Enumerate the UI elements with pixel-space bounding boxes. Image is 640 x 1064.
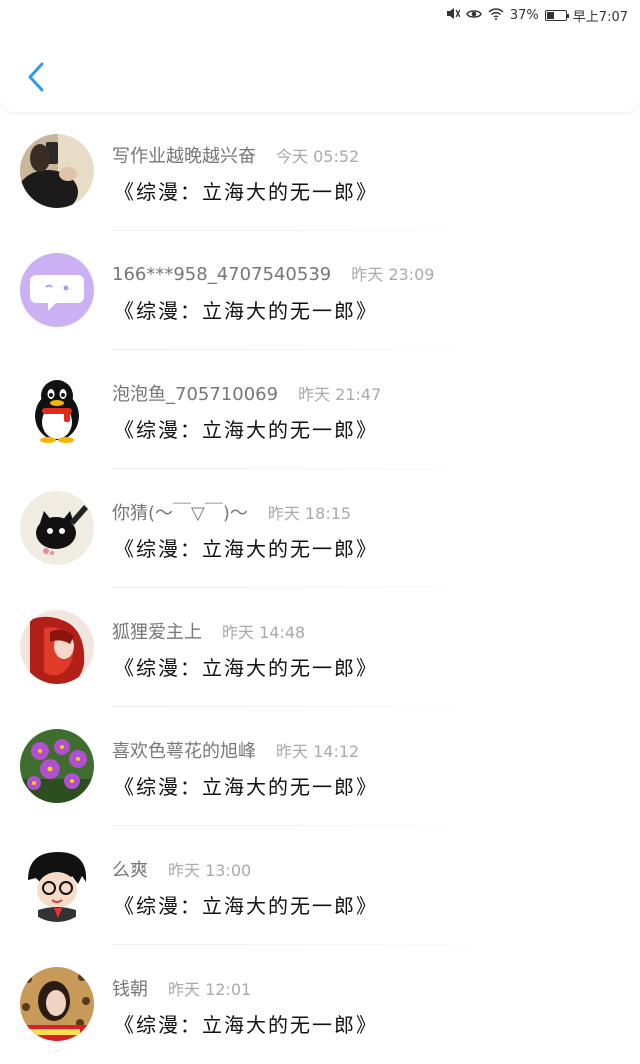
photo-avatar-dark-icon bbox=[20, 134, 94, 208]
list-item[interactable]: 狐狸爱主上 昨天 14:48 《综漫：立海大的无一郎》 bbox=[0, 588, 640, 707]
timestamp: 昨天 12:01 bbox=[168, 980, 252, 999]
comment-list: 写作业越晚越兴奋 今天 05:52 《综漫：立海大的无一郎》 166***958… bbox=[0, 112, 640, 1064]
eye-comfort-icon bbox=[466, 8, 482, 23]
penguin-avatar-icon bbox=[20, 372, 94, 446]
list-item[interactable]: 泡泡鱼_705710069 昨天 21:47 《综漫：立海大的无一郎》 bbox=[0, 350, 640, 469]
battery-icon bbox=[544, 9, 569, 21]
message-text: 《综漫：立海大的无一郎》 bbox=[114, 537, 378, 561]
list-item[interactable]: 166***958_4707540539 昨天 23:09 《综漫：立海大的无一… bbox=[0, 231, 640, 350]
username[interactable]: 写作业越晚越兴奋 bbox=[112, 142, 256, 168]
clock: 早上7:07 bbox=[572, 9, 628, 25]
chevron-left-icon bbox=[28, 62, 44, 92]
avatar[interactable] bbox=[20, 729, 94, 803]
username[interactable]: 泡泡鱼_705710069 bbox=[112, 380, 278, 406]
message-text: 《综漫：立海大的无一郎》 bbox=[114, 894, 378, 918]
timestamp: 昨天 13:00 bbox=[168, 861, 252, 880]
battery-fill bbox=[546, 11, 554, 19]
avatar[interactable] bbox=[20, 372, 94, 446]
username[interactable]: 钱朝 bbox=[112, 975, 148, 1001]
purple-flower-avatar-icon bbox=[20, 729, 94, 803]
avatar[interactable] bbox=[20, 253, 94, 327]
timestamp: 昨天 21:47 bbox=[298, 385, 382, 404]
status-bar: 37% 早上7:07 bbox=[0, 0, 640, 30]
message-text: 《综漫：立海大的无一郎》 bbox=[114, 656, 378, 680]
photo-avatar-leopard-icon bbox=[20, 967, 94, 1041]
message-text: 《综漫：立海大的无一郎》 bbox=[114, 775, 378, 799]
username[interactable]: 喜欢色萼花的旭峰 bbox=[112, 737, 256, 763]
list-item[interactable]: 钱朝 昨天 12:01 《综漫：立海大的无一郎》 bbox=[0, 945, 640, 1064]
message-text: 《综漫：立海大的无一郎》 bbox=[114, 180, 378, 204]
red-hair-anime-avatar-icon bbox=[20, 610, 94, 684]
username[interactable]: 么爽 bbox=[112, 856, 148, 882]
username[interactable]: 你猜(〜￣▽￣)〜 bbox=[112, 499, 248, 525]
username[interactable]: 166***958_4707540539 bbox=[112, 264, 331, 285]
avatar[interactable] bbox=[20, 491, 94, 565]
chat-bubble-avatar-icon bbox=[20, 253, 94, 327]
back-button[interactable] bbox=[18, 54, 54, 100]
list-item[interactable]: 喜欢色萼花的旭峰 昨天 14:12 《综漫：立海大的无一郎》 bbox=[0, 707, 640, 826]
avatar[interactable] bbox=[20, 134, 94, 208]
list-item[interactable]: 你猜(〜￣▽￣)〜 昨天 18:15 《综漫：立海大的无一郎》 bbox=[0, 469, 640, 588]
message-text: 《综漫：立海大的无一郎》 bbox=[114, 418, 378, 442]
timestamp: 昨天 14:48 bbox=[222, 623, 306, 642]
avatar[interactable] bbox=[20, 967, 94, 1041]
avatar[interactable] bbox=[20, 610, 94, 684]
timestamp: 今天 05:52 bbox=[276, 147, 360, 166]
username[interactable]: 狐狸爱主上 bbox=[112, 618, 202, 644]
timestamp: 昨天 18:15 bbox=[267, 504, 352, 523]
avatar[interactable] bbox=[20, 848, 94, 922]
cartoon-boy-avatar-icon bbox=[20, 848, 94, 922]
list-item[interactable]: 么爽 昨天 13:00 《综漫：立海大的无一郎》 bbox=[0, 826, 640, 945]
battery-percent: 37% bbox=[509, 7, 539, 23]
list-item[interactable]: 写作业越晚越兴奋 今天 05:52 《综漫：立海大的无一郎》 bbox=[0, 112, 640, 231]
black-cat-avatar-icon bbox=[20, 491, 94, 565]
timestamp: 昨天 23:09 bbox=[351, 265, 435, 284]
mute-icon bbox=[446, 7, 461, 23]
timestamp: 昨天 14:12 bbox=[276, 742, 360, 761]
message-text: 《综漫：立海大的无一郎》 bbox=[114, 299, 378, 323]
wifi-icon bbox=[488, 7, 504, 23]
